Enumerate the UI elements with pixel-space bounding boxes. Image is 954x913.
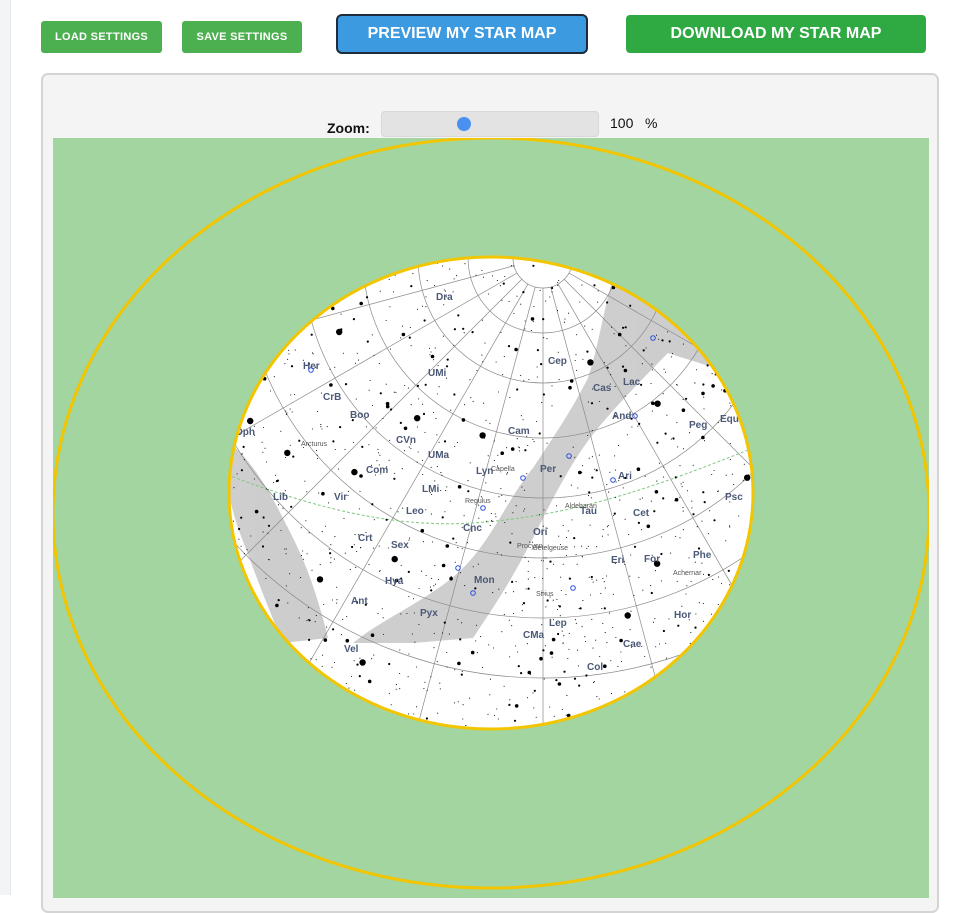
- constellation-label: Cas: [593, 383, 612, 394]
- star-name-label: Aldebaran: [565, 503, 597, 510]
- zoom-value: 100: [610, 115, 634, 131]
- save-settings-button[interactable]: SAVE SETTINGS: [182, 21, 302, 53]
- constellation-label: CVn: [396, 435, 416, 446]
- constellation-label: Her: [303, 361, 320, 372]
- constellation-label: Vel: [344, 644, 359, 655]
- constellation-label: Hor: [674, 610, 691, 621]
- constellation-label: Vir: [334, 492, 347, 503]
- constellation-label: Phe: [693, 550, 712, 561]
- constellation-label: Pyx: [420, 608, 438, 619]
- star-name-label: Betelgeuse: [533, 545, 568, 552]
- constellation-label: Peg: [689, 420, 707, 431]
- constellation-label: Cam: [508, 426, 530, 437]
- star-name-label: Capella: [491, 466, 515, 473]
- download-star-map-button[interactable]: DOWNLOAD MY STAR MAP: [626, 15, 926, 53]
- constellation-label: Com: [366, 465, 388, 476]
- constellation-label: Cet: [633, 508, 650, 519]
- constellation-label: Hya: [385, 576, 404, 587]
- constellation-label: Equ: [720, 414, 739, 425]
- constellation-label: Leo: [406, 506, 424, 517]
- preview-panel: Zoom: 100 % Dra Cep Her UMi Cas CrB Lac Boo And C…: [41, 73, 939, 913]
- constellation-label: CMa: [523, 630, 545, 641]
- zoom-unit: %: [645, 115, 658, 131]
- constellation-label: And: [612, 411, 631, 422]
- load-settings-button[interactable]: LOAD SETTINGS: [41, 21, 162, 53]
- constellation-label: Ant: [351, 596, 368, 607]
- constellation-label: UMa: [428, 450, 450, 461]
- constellation-label: Eri: [611, 555, 625, 566]
- constellation-label: Boo: [350, 410, 369, 421]
- zoom-label: Zoom:: [327, 120, 370, 136]
- star-name-label: Arcturus: [301, 441, 328, 448]
- constellation-label: Crt: [358, 533, 373, 544]
- zoom-slider[interactable]: [381, 111, 599, 137]
- sky-disc: DraCepHerUMiCasCrBLacBoo AndCamEquPegOphC…: [229, 257, 753, 729]
- constellation-label: Psc: [725, 492, 743, 503]
- constellation-label: Ori: [533, 527, 548, 538]
- star-name-label: Sirius: [536, 591, 554, 598]
- constellation-label: Mon: [474, 575, 495, 586]
- constellation-label: Ret: [705, 627, 722, 638]
- constellation-label: Sex: [391, 540, 409, 551]
- constellation-label: Cae: [623, 639, 642, 650]
- constellation-label: Lib: [273, 492, 288, 503]
- constellation-label: Lep: [549, 618, 567, 629]
- constellation-label: Ari: [618, 471, 632, 482]
- zoom-slider-thumb[interactable]: [457, 117, 471, 131]
- constellation-label: Cep: [548, 356, 567, 367]
- constellation-label: CrB: [323, 392, 341, 403]
- constellation-label: Lac: [623, 377, 641, 388]
- left-edge-strip: [0, 0, 11, 895]
- preview-star-map-button[interactable]: PREVIEW MY STAR MAP: [336, 14, 588, 54]
- star-name-label: Regulus: [465, 498, 491, 505]
- constellation-label: UMi: [428, 368, 447, 379]
- star-map-canvas: Dra Cep Her UMi Cas CrB Lac Boo And Cam Equ Peg Oph C…: [53, 138, 929, 898]
- constellation-label: Dra: [436, 292, 453, 303]
- constellation-label: Per: [540, 464, 556, 475]
- constellation-label: Pic: [640, 687, 655, 698]
- star-name-label: Achernar: [673, 570, 702, 577]
- constellation-label: LMi: [422, 484, 439, 495]
- star-map-svg: DraCepHerUMiCasCrBLacBoo AndCamEquPegOphC…: [53, 138, 929, 890]
- constellation-label: Cnc: [463, 523, 482, 534]
- constellation-label: Col: [587, 662, 603, 673]
- constellation-label: For: [644, 554, 660, 565]
